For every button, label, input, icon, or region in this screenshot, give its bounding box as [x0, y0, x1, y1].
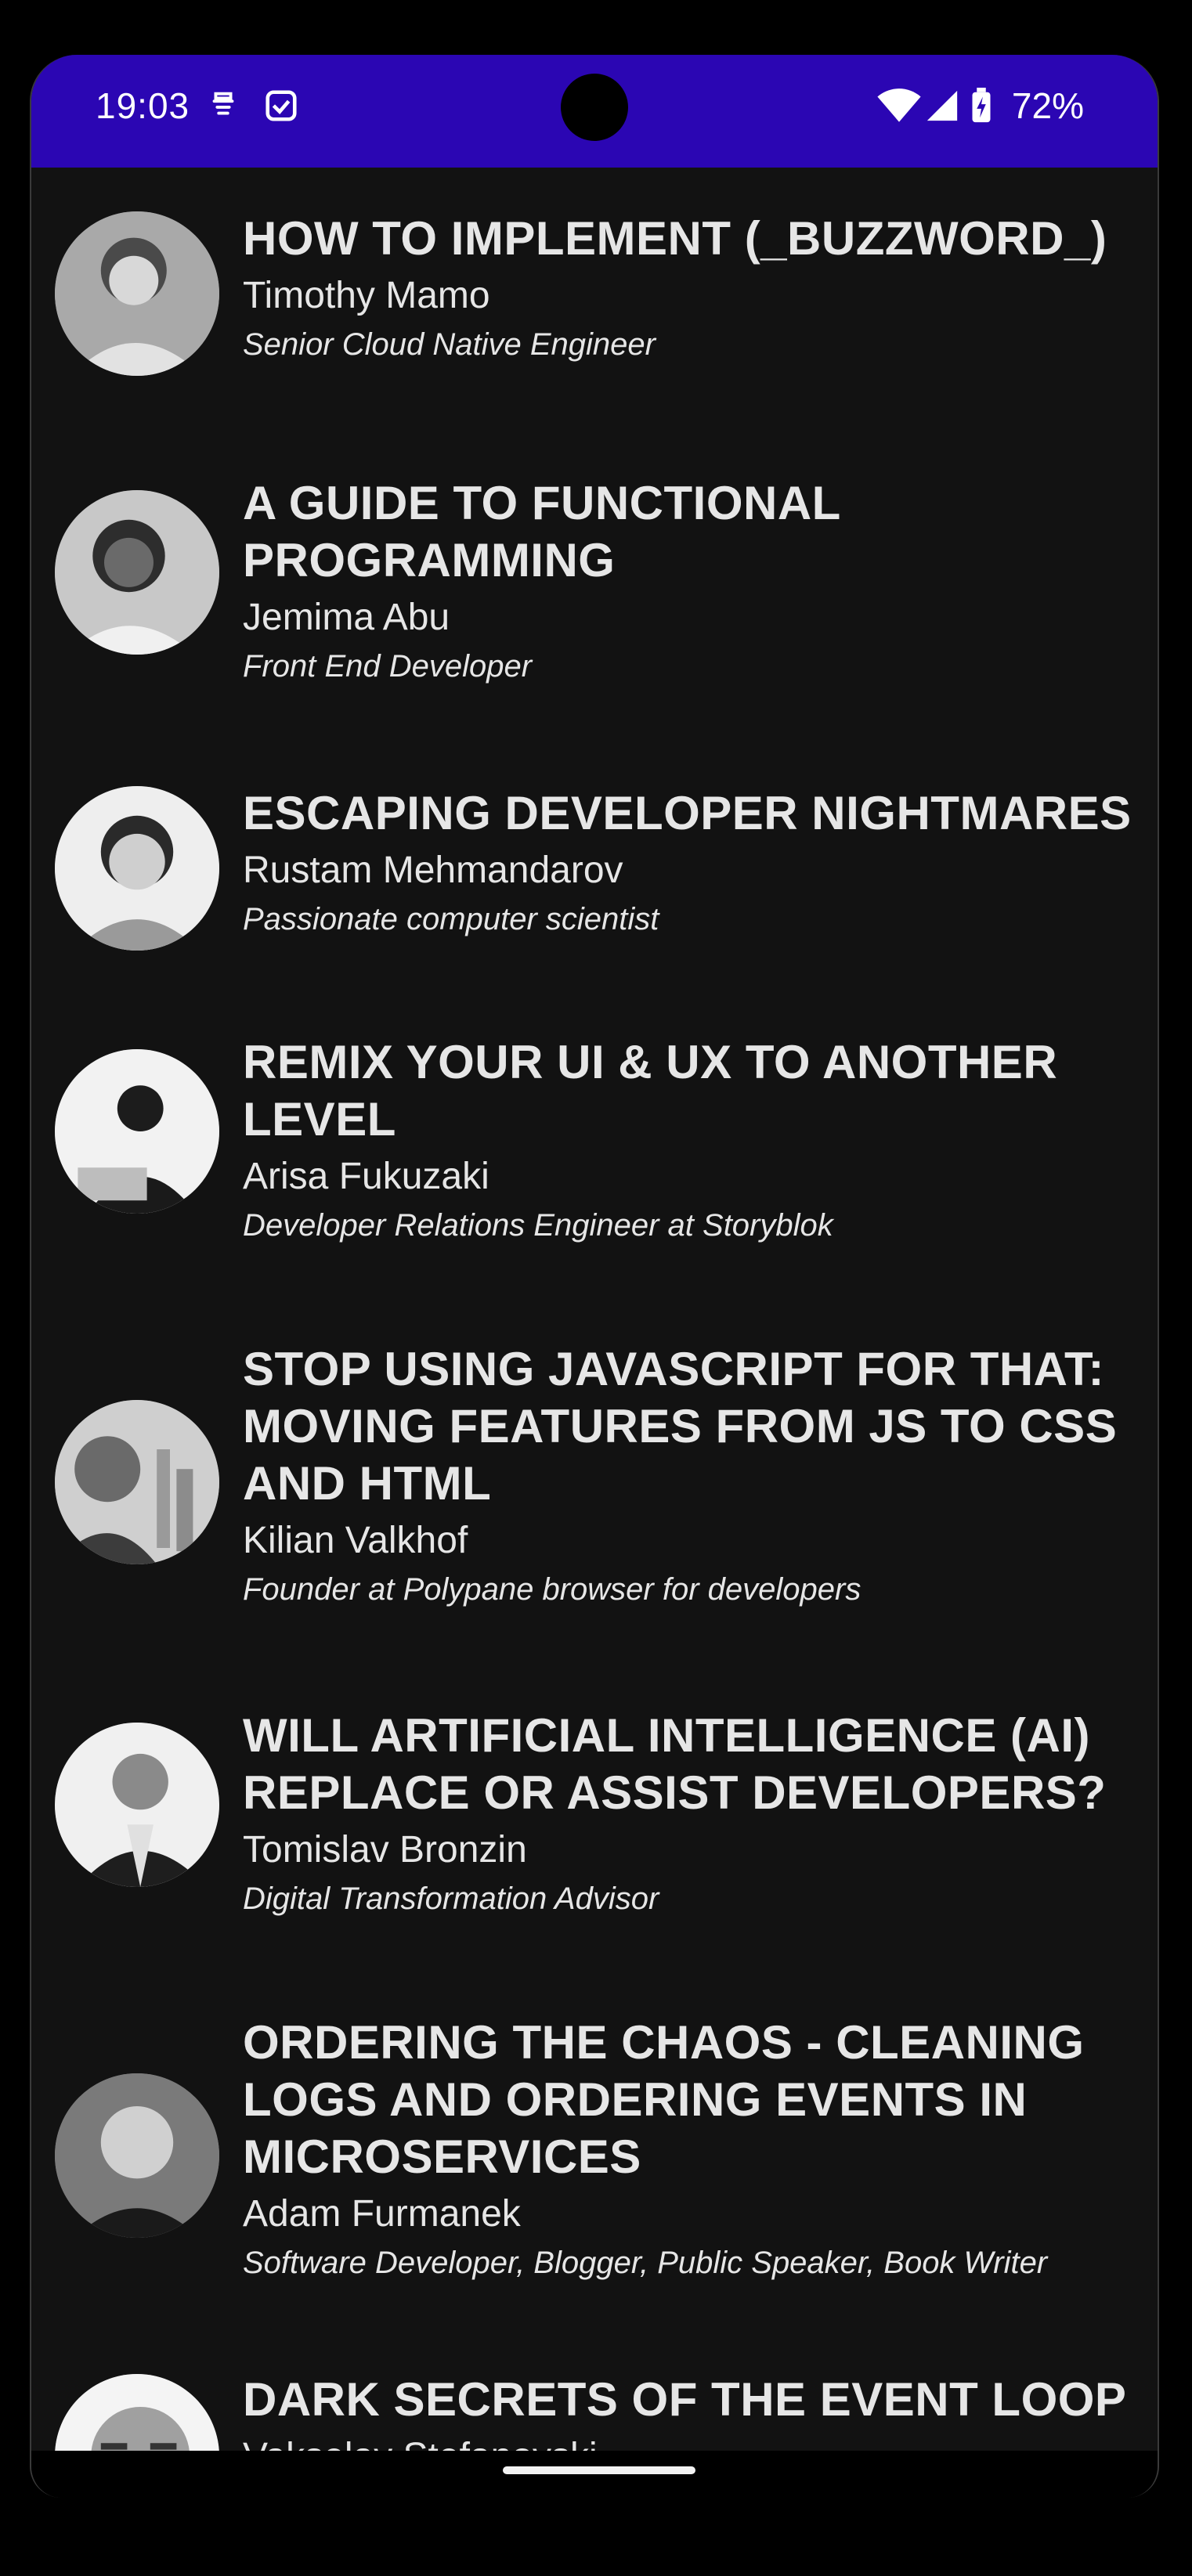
talk-title: ORDERING THE CHAOS - CLEANING LOGS AND O…: [243, 2016, 1085, 2183]
talk-text: STOP USING JAVASCRIPT FOR THAT: MOVING F…: [243, 1340, 1136, 1612]
talk-item[interactable]: HOW TO IMPLEMENT (_BUZZWORD_) Timothy Ma…: [31, 168, 1158, 434]
speaker-avatar: [55, 786, 219, 951]
talk-item[interactable]: ORDERING THE CHAOS - CLEANING LOGS AND O…: [31, 1975, 1158, 2340]
wifi-icon: [877, 88, 921, 124]
talk-text: A GUIDE TO FUNCTIONAL PROGRAMMING Jemima…: [243, 474, 1136, 689]
speaker-name: Jemima Abu: [243, 597, 450, 638]
status-time: 19:03: [96, 85, 190, 126]
speaker-role: Software Developer, Blogger, Public Spea…: [243, 2246, 1048, 2280]
talk-item[interactable]: ESCAPING DEVELOPER NIGHTMARES Rustam Meh…: [31, 742, 1158, 993]
talk-title: DARK SECRETS OF THE EVENT LOOP: [243, 2373, 1127, 2426]
speaker-name: Tomislav Bronzin: [243, 1829, 527, 1871]
navigation-bar: [31, 2451, 1158, 2498]
talk-text: WILL ARTIFICIAL INTELLIGENCE (AI) REPLAC…: [243, 1707, 1136, 1921]
phone-frame: 19:03 72% HOW TO IMPLEMENT (_BUZZWORD_) …: [0, 0, 1192, 2576]
speaker-avatar: [55, 1400, 219, 1564]
talk-title: A GUIDE TO FUNCTIONAL PROGRAMMING: [243, 477, 840, 586]
talk-text: HOW TO IMPLEMENT (_BUZZWORD_) Timothy Ma…: [243, 210, 1136, 367]
speaker-name: Kilian Valkhof: [243, 1520, 468, 1561]
speaker-role: Digital Transformation Advisor: [243, 1881, 659, 1916]
talk-title: ESCAPING DEVELOPER NIGHTMARES: [243, 787, 1132, 839]
talk-item[interactable]: STOP USING JAVASCRIPT FOR THAT: MOVING F…: [31, 1301, 1158, 1666]
speaker-name: Timothy Mamo: [243, 275, 490, 316]
talk-item[interactable]: A GUIDE TO FUNCTIONAL PROGRAMMING Jemima…: [31, 434, 1158, 742]
home-gesture-handle[interactable]: [503, 2466, 695, 2474]
signal-icon: [924, 88, 960, 124]
screen: 19:03 72% HOW TO IMPLEMENT (_BUZZWORD_) …: [30, 55, 1159, 2498]
talk-title: STOP USING JAVASCRIPT FOR THAT: MOVING F…: [243, 1343, 1118, 1510]
battery-charging-icon: [968, 88, 995, 124]
talk-title: WILL ARTIFICIAL INTELLIGENCE (AI) REPLAC…: [243, 1709, 1107, 1819]
speaker-role: Passionate computer scientist: [243, 902, 659, 936]
talk-title: REMIX YOUR UI & UX TO ANOTHER LEVEL: [243, 1036, 1058, 1145]
speaker-avatar: [55, 2073, 219, 2238]
speaker-role: Founder at Polypane browser for develope…: [243, 1572, 861, 1607]
speaker-name: Adam Furmanek: [243, 2193, 521, 2235]
checkbox-icon: [263, 88, 299, 124]
talk-text: ORDERING THE CHAOS - CLEANING LOGS AND O…: [243, 2014, 1136, 2286]
talk-item[interactable]: WILL ARTIFICIAL INTELLIGENCE (AI) REPLAC…: [31, 1666, 1158, 1975]
talk-title: HOW TO IMPLEMENT (_BUZZWORD_): [243, 212, 1107, 265]
speaker-name: Arisa Fukuzaki: [243, 1156, 489, 1197]
talk-text: REMIX YOUR UI & UX TO ANOTHER LEVEL Aris…: [243, 1034, 1136, 1248]
speaker-avatar: [55, 1723, 219, 1887]
speaker-role: Front End Developer: [243, 649, 533, 684]
speaker-avatar: [55, 211, 219, 376]
speaker-avatar: [55, 1049, 219, 1214]
speaker-avatar: [55, 490, 219, 655]
battery-percentage: 72%: [1011, 85, 1084, 126]
speaker-role: Developer Relations Engineer at Storyblo…: [243, 1208, 833, 1243]
face-unlock-icon: [205, 88, 241, 124]
talk-text: ESCAPING DEVELOPER NIGHTMARES Rustam Meh…: [243, 785, 1136, 942]
front-camera: [561, 74, 628, 141]
speaker-role: Senior Cloud Native Engineer: [243, 327, 656, 362]
talk-item[interactable]: REMIX YOUR UI & UX TO ANOTHER LEVEL Aris…: [31, 993, 1158, 1301]
status-bar: 19:03 72%: [31, 55, 1158, 168]
speaker-name: Rustam Mehmandarov: [243, 850, 623, 891]
